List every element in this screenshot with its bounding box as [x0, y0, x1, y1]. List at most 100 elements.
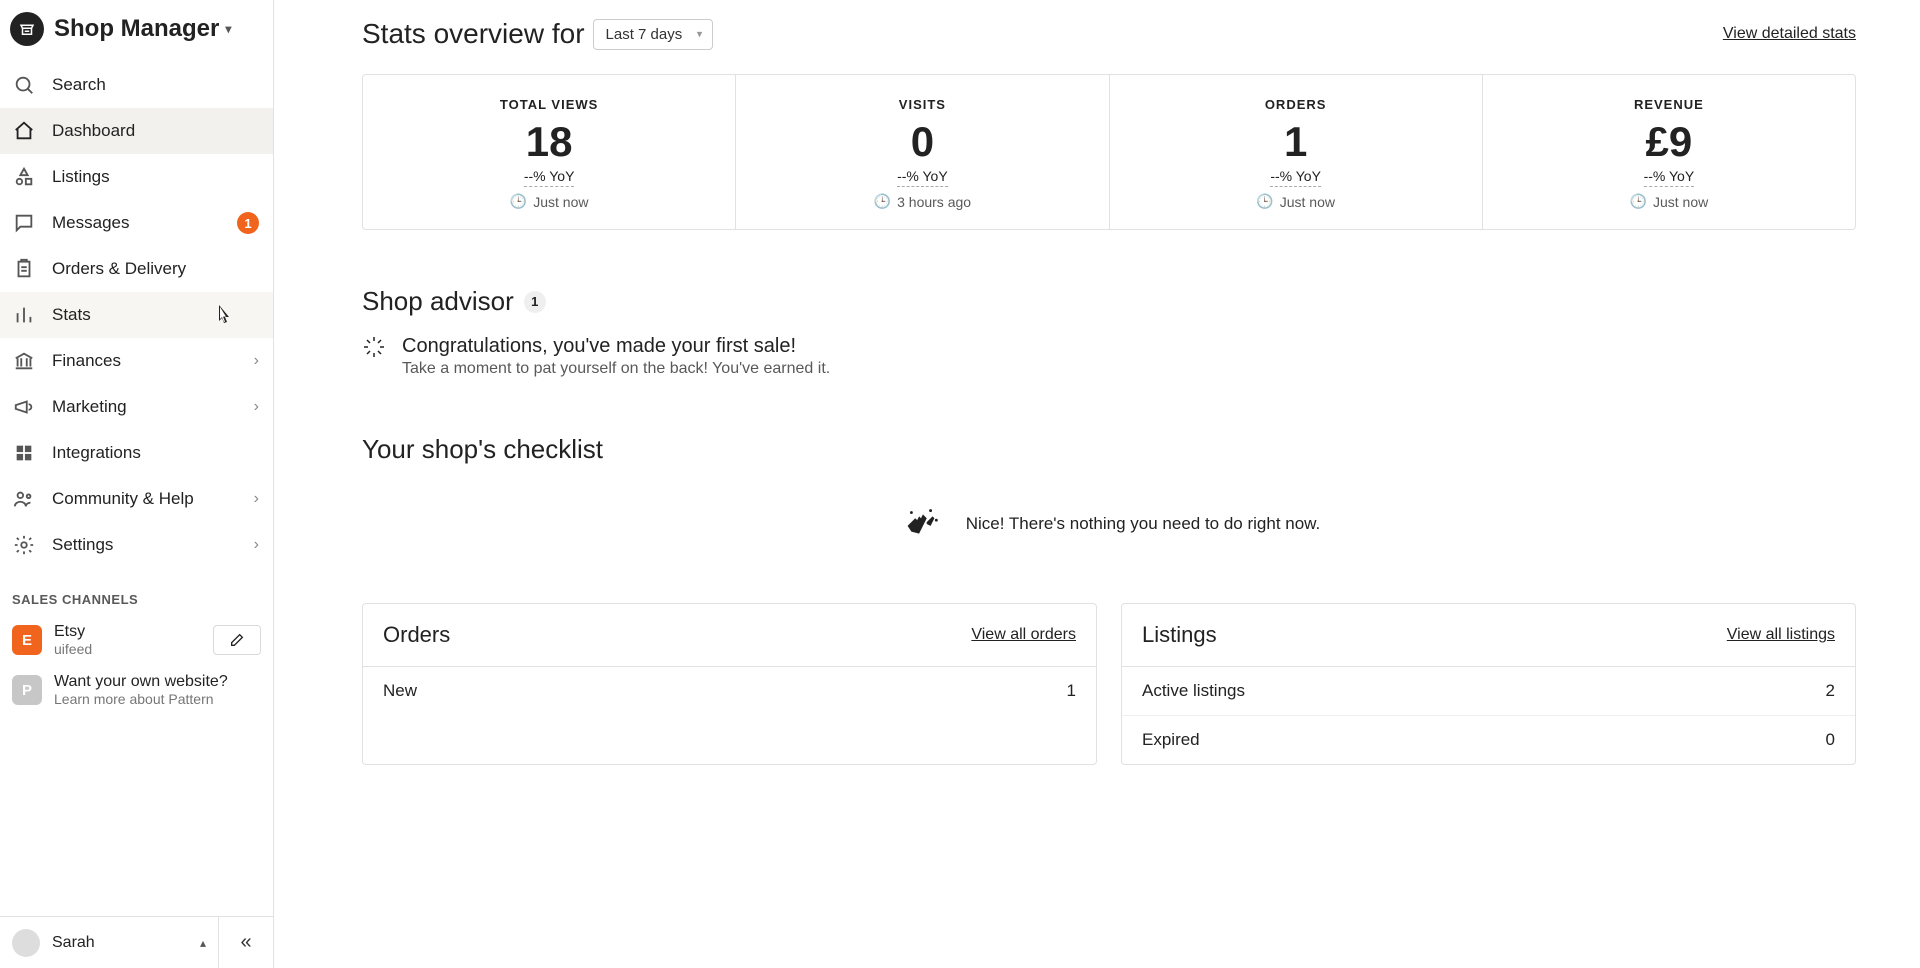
- gear-icon: [12, 534, 36, 556]
- home-icon: [12, 120, 36, 142]
- chevron-right-icon: ›: [254, 490, 259, 508]
- stat-value: 1: [1120, 112, 1472, 168]
- list-item[interactable]: New 1: [363, 667, 1096, 715]
- advisor-body: Take a moment to pat yourself on the bac…: [402, 360, 830, 378]
- sidebar-item-finances[interactable]: Finances ›: [0, 338, 273, 384]
- listings-list: Active listings 2 Expired 0: [1122, 667, 1855, 764]
- stat-label: ORDERS: [1120, 97, 1472, 112]
- clock-icon: 🕒: [510, 193, 527, 210]
- advisor-heading: Congratulations, you've made your first …: [402, 335, 830, 358]
- channel-name: Etsy: [54, 623, 201, 641]
- messages-badge: 1: [237, 212, 259, 234]
- row-value: 0: [1826, 730, 1835, 750]
- sidebar-item-community[interactable]: Community & Help ›: [0, 476, 273, 522]
- main-content: Stats overview for Last 7 days View deta…: [274, 0, 1920, 968]
- sidebar-item-label: Dashboard: [52, 121, 135, 141]
- sidebar-item-label: Integrations: [52, 443, 141, 463]
- panel-title: Listings: [1142, 622, 1217, 648]
- sidebar-item-marketing[interactable]: Marketing ›: [0, 384, 273, 430]
- chevron-right-icon: ›: [254, 398, 259, 416]
- chevron-right-icon: ›: [254, 536, 259, 554]
- sidebar-item-settings[interactable]: Settings ›: [0, 522, 273, 568]
- stat-yoy: --% YoY: [1270, 168, 1321, 187]
- sidebar-item-integrations[interactable]: Integrations: [0, 430, 273, 476]
- stat-label: VISITS: [746, 97, 1098, 112]
- grid-icon: [12, 442, 36, 464]
- period-select[interactable]: Last 7 days: [593, 19, 714, 50]
- clock-icon: 🕒: [1256, 193, 1273, 210]
- stat-value: £9: [1493, 112, 1845, 168]
- sidebar-item-label: Search: [52, 75, 106, 95]
- sidebar-item-messages[interactable]: Messages 1: [0, 200, 273, 246]
- channel-pattern[interactable]: P Want your own website? Learn more abou…: [0, 665, 273, 715]
- checklist-empty-text: Nice! There's nothing you need to do rig…: [966, 514, 1321, 534]
- list-item[interactable]: Active listings 2: [1122, 667, 1855, 716]
- stat-time: 🕒 Just now: [1630, 193, 1709, 210]
- sidebar-item-label: Settings: [52, 535, 113, 555]
- brand-title: Shop Manager: [54, 15, 219, 43]
- celebrate-icon: [898, 501, 944, 547]
- checklist-title: Your shop's checklist: [362, 434, 1856, 465]
- stats-header: Stats overview for Last 7 days View deta…: [362, 18, 1856, 50]
- sidebar-nav: Search Dashboard Listings Messages 1: [0, 58, 273, 916]
- sidebar-item-dashboard[interactable]: Dashboard: [0, 108, 273, 154]
- list-item[interactable]: Expired 0: [1122, 716, 1855, 764]
- bank-icon: [12, 350, 36, 372]
- sidebar-item-label: Community & Help: [52, 489, 194, 509]
- shapes-icon: [12, 166, 36, 188]
- pattern-tile-icon: P: [12, 675, 42, 705]
- bar-chart-icon: [12, 304, 36, 326]
- people-icon: [12, 488, 36, 510]
- clipboard-icon: [12, 258, 36, 280]
- chevron-double-left-icon: «: [240, 931, 251, 954]
- stat-label: TOTAL VIEWS: [373, 97, 725, 112]
- stat-value: 18: [373, 112, 725, 168]
- sidebar-item-label: Messages: [52, 213, 129, 233]
- view-detailed-stats-link[interactable]: View detailed stats: [1723, 25, 1856, 43]
- stat-revenue[interactable]: REVENUE £9 --% YoY 🕒 Just now: [1483, 75, 1855, 229]
- stat-time: 🕒 3 hours ago: [874, 193, 971, 210]
- pattern-sub: Learn more about Pattern: [54, 691, 261, 707]
- channel-etsy[interactable]: E Etsy uifeed: [0, 615, 273, 665]
- advisor-count-badge: 1: [524, 291, 546, 313]
- panel-title: Orders: [383, 622, 450, 648]
- shop-manager-menu[interactable]: Shop Manager ▾: [0, 0, 273, 58]
- avatar: [12, 929, 40, 957]
- orders-panel: Orders View all orders New 1: [362, 603, 1097, 765]
- row-label: New: [383, 681, 417, 701]
- stat-yoy: --% YoY: [897, 168, 948, 187]
- stat-yoy: --% YoY: [1644, 168, 1695, 187]
- stat-grid: TOTAL VIEWS 18 --% YoY 🕒 Just now VISITS…: [362, 74, 1856, 230]
- sidebar-footer: Sarah ▴ «: [0, 916, 273, 968]
- row-value: 1: [1067, 681, 1076, 701]
- edit-channel-button[interactable]: [213, 625, 261, 655]
- clock-icon: 🕒: [1630, 193, 1647, 210]
- sidebar: Shop Manager ▾ Search Dashboard: [0, 0, 274, 968]
- period-value: Last 7 days: [606, 26, 683, 43]
- checklist-empty: Nice! There's nothing you need to do rig…: [362, 483, 1856, 603]
- megaphone-icon: [12, 396, 36, 418]
- sparkle-icon: [362, 335, 386, 378]
- user-menu[interactable]: Sarah ▴: [0, 917, 219, 968]
- stat-yoy: --% YoY: [524, 168, 575, 187]
- sidebar-item-label: Marketing: [52, 397, 127, 417]
- sidebar-item-stats[interactable]: Stats: [0, 292, 273, 338]
- stat-label: REVENUE: [1493, 97, 1845, 112]
- chat-icon: [12, 212, 36, 234]
- view-all-listings-link[interactable]: View all listings: [1727, 626, 1835, 644]
- stat-total-views[interactable]: TOTAL VIEWS 18 --% YoY 🕒 Just now: [363, 75, 736, 229]
- sidebar-item-label: Orders & Delivery: [52, 259, 186, 279]
- stat-orders[interactable]: ORDERS 1 --% YoY 🕒 Just now: [1110, 75, 1483, 229]
- view-all-orders-link[interactable]: View all orders: [971, 626, 1076, 644]
- collapse-sidebar-button[interactable]: «: [219, 917, 273, 968]
- sidebar-item-listings[interactable]: Listings: [0, 154, 273, 200]
- sidebar-item-orders[interactable]: Orders & Delivery: [0, 246, 273, 292]
- stat-value: 0: [746, 112, 1098, 168]
- sidebar-item-search[interactable]: Search: [0, 62, 273, 108]
- clock-icon: 🕒: [874, 193, 891, 210]
- caret-up-icon: ▴: [200, 936, 206, 950]
- sidebar-item-label: Stats: [52, 305, 91, 325]
- listings-panel: Listings View all listings Active listin…: [1121, 603, 1856, 765]
- stat-visits[interactable]: VISITS 0 --% YoY 🕒 3 hours ago: [736, 75, 1109, 229]
- sidebar-item-label: Listings: [52, 167, 110, 187]
